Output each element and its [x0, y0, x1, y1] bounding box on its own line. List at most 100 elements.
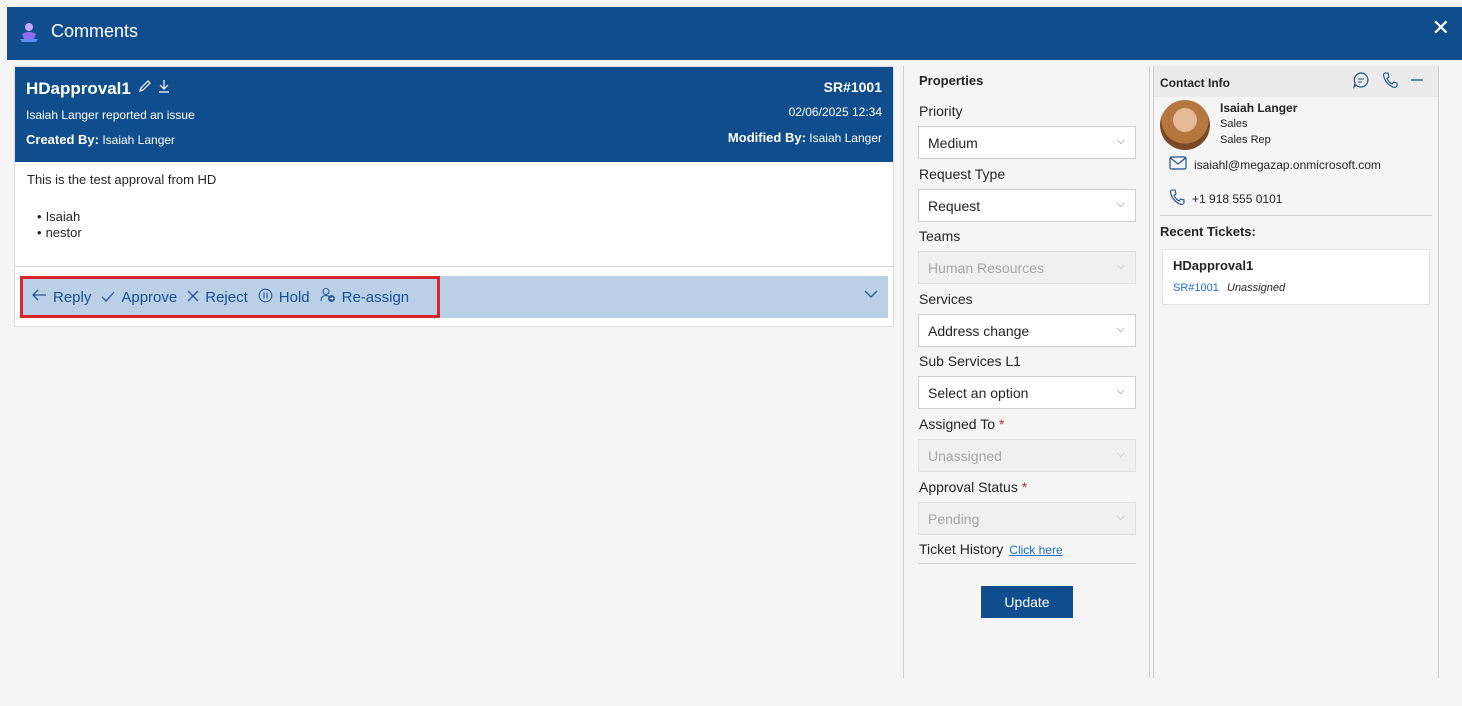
chevron-down-icon: ⌵ [1116, 135, 1125, 147]
phone-icon [1169, 188, 1185, 210]
list-item: nestor [27, 225, 881, 241]
edit-icon[interactable] [138, 79, 152, 96]
request-type-value: Request [928, 198, 981, 214]
chevron-down-icon: ⌵ [1116, 198, 1125, 210]
reassign-button[interactable]: Re-assign [320, 287, 410, 307]
sub-services-label: Sub Services L1 [919, 353, 1021, 369]
assigned-to-text: Assigned To [919, 416, 996, 432]
chevron-down-icon: ⌵ [1116, 448, 1125, 460]
mail-icon [1169, 156, 1187, 174]
chevron-down-icon: ⌵ [1116, 385, 1125, 397]
contact-panel: Contact Info Isaiah Langer Sales Sales R… [1153, 66, 1439, 678]
reply-button[interactable]: Reply [31, 288, 91, 306]
phone-icon[interactable] [1382, 71, 1398, 93]
sub-services-select[interactable]: Select an option ⌵ [918, 376, 1136, 409]
divider [918, 563, 1136, 564]
required-mark: * [1021, 479, 1028, 495]
chevron-down-icon: ⌵ [1116, 511, 1125, 523]
contact-tools [1352, 71, 1424, 93]
assigned-to-select: Unassigned ⌵ [918, 439, 1136, 472]
recent-ticket-name: HDapproval1 [1173, 258, 1254, 273]
ticket-header: HDapproval1 SR#1001 Isaiah Langer report… [15, 67, 893, 162]
ticket-body: This is the test approval from HD Isaiah… [15, 163, 893, 267]
ticket-body-text: This is the test approval from HD [27, 172, 217, 187]
assigned-to-value: Unassigned [928, 448, 1002, 464]
action-buttons-group: Reply Approve Reject Hold Re-assign [20, 276, 440, 318]
ticket-panel: HDapproval1 SR#1001 Isaiah Langer report… [14, 66, 894, 327]
recent-ticket-card[interactable]: HDapproval1 SR#1001 Unassigned [1162, 249, 1430, 305]
approve-button[interactable]: Approve [101, 289, 177, 306]
approval-status-text: Approval Status [919, 479, 1018, 495]
approval-status-select: Pending ⌵ [918, 502, 1136, 535]
reply-label: Reply [53, 288, 92, 306]
action-bar: Reply Approve Reject Hold Re-assign [20, 276, 888, 318]
contact-phone: +1 918 555 0101 [1169, 188, 1282, 210]
contact-title: Contact Info [1160, 76, 1230, 90]
reject-button[interactable]: Reject [187, 289, 248, 306]
contact-department: Sales [1220, 118, 1248, 130]
contact-email-value[interactable]: isaiahl@megazap.onmicrosoft.com [1194, 158, 1381, 172]
ticket-date: 02/06/2025 12:34 [788, 105, 882, 119]
x-icon [187, 289, 199, 306]
priority-select[interactable]: Medium ⌵ [918, 126, 1136, 159]
list-item: Isaiah [27, 209, 881, 225]
minimize-icon[interactable] [1410, 71, 1424, 93]
approve-label: Approve [121, 288, 178, 306]
teams-label: Teams [919, 228, 961, 244]
chevron-down-icon: ⌵ [1116, 323, 1125, 335]
teams-value: Human Resources [928, 260, 1044, 276]
hold-button[interactable]: Hold [258, 288, 310, 307]
ticket-history-label: Ticket History [919, 541, 1004, 557]
recent-ticket-sr[interactable]: SR#1001 [1173, 282, 1219, 294]
arrow-left-icon [31, 288, 47, 306]
contact-name: Isaiah Langer [1220, 101, 1298, 115]
recent-ticket-status: Unassigned [1227, 282, 1286, 294]
close-icon[interactable]: ✕ [1432, 17, 1450, 39]
request-type-label: Request Type [919, 166, 1006, 182]
pause-circle-icon [258, 288, 273, 307]
update-button[interactable]: Update [981, 586, 1073, 618]
request-type-select[interactable]: Request ⌵ [918, 189, 1136, 222]
required-mark: * [998, 416, 1005, 432]
modified-by: Isaiah Langer [809, 131, 882, 145]
contact-role: Sales Rep [1220, 134, 1271, 146]
app-frame: Comments ✕ HDapproval1 SR#1001 Isaiah La… [0, 0, 1462, 706]
ticket-modified: Modified By: Isaiah Langer [728, 130, 882, 145]
properties-panel: Properties Priority Medium ⌵ Request Typ… [903, 66, 1150, 678]
ticket-history-link[interactable]: Click here [1009, 543, 1062, 557]
download-icon[interactable] [158, 79, 170, 96]
approval-status-label: Approval Status * [919, 479, 1027, 495]
chat-icon[interactable] [1352, 71, 1370, 93]
chevron-down-icon[interactable] [864, 286, 878, 302]
properties-title: Properties [919, 73, 984, 88]
reassign-label: Re-assign [341, 288, 410, 306]
reject-label: Reject [205, 288, 248, 306]
approval-status-value: Pending [928, 511, 980, 527]
contact-header: Contact Info [1154, 66, 1438, 97]
priority-value: Medium [928, 135, 978, 151]
services-label: Services [919, 291, 973, 307]
checkmark-icon [101, 289, 115, 306]
assigned-to-label: Assigned To * [919, 416, 1004, 432]
created-label: Created By: [26, 132, 99, 147]
person-swap-icon [320, 287, 336, 307]
services-select[interactable]: Address change ⌵ [918, 314, 1136, 347]
recent-tickets-label: Recent Tickets: [1160, 224, 1256, 239]
modified-label: Modified By: [727, 130, 806, 145]
created-by: Isaiah Langer [102, 133, 176, 147]
sub-services-value: Select an option [928, 385, 1029, 401]
avatar [1160, 100, 1210, 150]
ticket-history: Ticket History Click here [919, 541, 1063, 557]
ticket-bullet-list: Isaiah nestor [27, 209, 881, 241]
teams-select: Human Resources ⌵ [918, 251, 1136, 284]
chevron-down-icon: ⌵ [1116, 260, 1125, 272]
services-value: Address change [928, 323, 1030, 339]
title-bar: Comments ✕ [7, 7, 1462, 60]
ticket-reported: Isaiah Langer reported an issue [26, 108, 195, 122]
contact-phone-value[interactable]: +1 918 555 0101 [1192, 192, 1282, 206]
hold-label: Hold [278, 288, 310, 306]
window-title: Comments [51, 21, 139, 41]
contact-email: isaiahl@megazap.onmicrosoft.com [1169, 156, 1381, 174]
ticket-tools [138, 79, 170, 96]
ticket-sr-number: SR#1001 [823, 79, 882, 95]
